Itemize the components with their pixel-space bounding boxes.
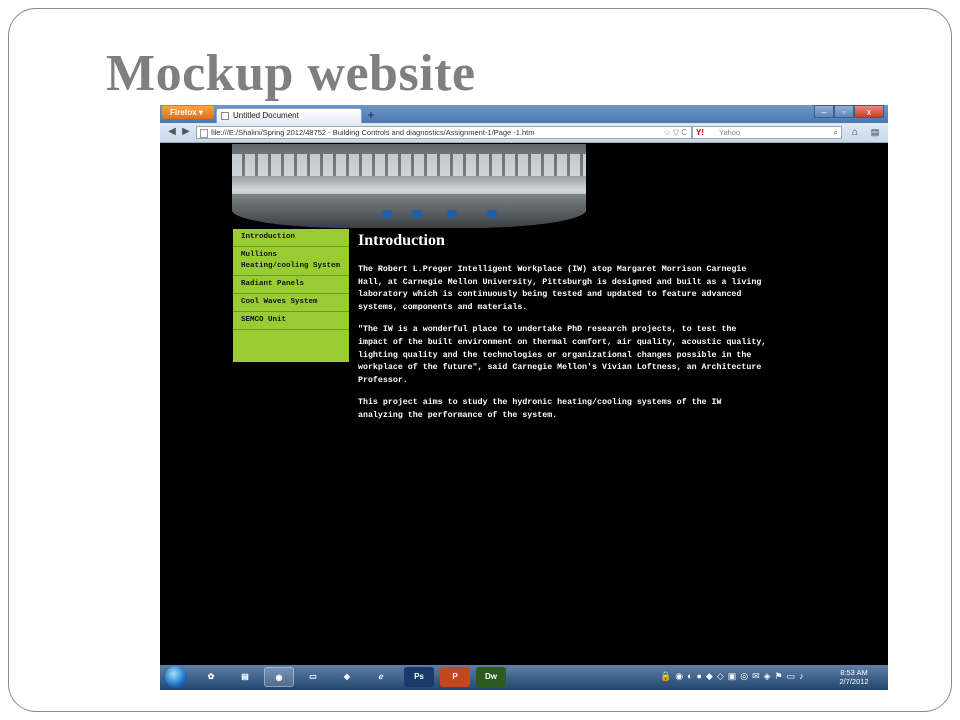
forward-icon[interactable]: ▶ [180,126,192,138]
paragraph-aim: This project aims to study the hydronic … [358,398,722,420]
sidebar-item-radiant-panels[interactable]: Radiant Panels [233,276,349,294]
photoshop-icon[interactable]: Ps [404,667,434,687]
windows-taskbar: ✿ ▤ ◉ ▭ ◈ ℯ Ps P Dw 🔒◉◐●◆◇▣◎✉◈⚑▭♪ 8:53 A… [160,665,888,690]
browser-navbar: ◀ ▶ file:///E:/Shalini/Spring 2012/48752… [160,123,888,143]
banner-floor [232,194,586,228]
home-icon[interactable]: ⌂ [848,126,862,139]
sidebar-item-cool-waves[interactable]: Cool Waves System [233,294,349,312]
app-icon[interactable]: ✿ [196,667,226,687]
tab-title: Untitled Document [233,111,299,120]
paragraph-intro: The Robert L.Preger Intelligent Workplac… [358,265,762,312]
system-tray[interactable]: 🔒◉◐●◆◇▣◎✉◈⚑▭♪ [660,671,840,685]
sidebar-item-semco[interactable]: SEMCO Unit [233,312,349,330]
document-icon[interactable]: ▤ [230,667,260,687]
page-icon [200,129,208,138]
chair-shape [412,210,422,218]
tab-untitled-document[interactable]: Untitled Document [216,108,362,123]
site-sidebar-menu: Introduction Mullions Heating/cooling Sy… [233,229,349,362]
menu-icon[interactable]: ▤ [866,126,884,139]
start-button[interactable] [165,666,187,688]
search-icon[interactable]: ⌕ [834,127,838,138]
page-heading: Introduction [358,232,445,249]
clock-time: 8:53 AM [840,668,868,677]
new-tab-button[interactable]: + [364,109,378,122]
banner-windows [232,154,586,176]
yahoo-logo-icon: Y! [696,128,704,137]
search-input[interactable]: Y! Yahoo ⌕ [692,126,842,139]
powerpoint-icon[interactable]: P [440,667,470,687]
maximize-button[interactable]: ▫ [834,105,854,118]
main-content: Introduction The Robert L.Preger Intelli… [358,232,828,433]
window-controls: – ▫ x [814,105,884,119]
sidebar-item-mullions[interactable]: Mullions Heating/cooling System [233,247,349,276]
slide-title: Mockup website [106,45,476,102]
clock-date: 2/7/2012 [839,677,869,686]
chair-shape [447,210,457,218]
url-bar[interactable]: file:///E:/Shalini/Spring 2012/48752 - B… [196,126,692,139]
minimize-button[interactable]: – [814,105,834,118]
close-button[interactable]: x [854,105,884,118]
browser-titlebar: Firefox ▾ Untitled Document + – ▫ x [160,105,888,123]
paragraph-quote: "The IW is a wonderful place to undertak… [358,325,767,385]
firefox-icon[interactable]: ◉ [264,667,294,687]
chair-shape [382,210,392,218]
bookmark-icon[interactable]: ☆ ▽ C [663,127,687,138]
folder-icon[interactable]: ▭ [298,667,328,687]
page-icon [221,112,229,120]
back-icon[interactable]: ◀ [166,126,178,138]
sidebar-item-introduction[interactable]: Introduction [233,229,349,247]
banner-image [232,144,586,228]
firefox-menu-button[interactable]: Firefox ▾ [162,106,214,119]
notes-icon[interactable]: ◈ [332,667,362,687]
dreamweaver-icon[interactable]: Dw [476,667,506,687]
browser-screenshot: Firefox ▾ Untitled Document + – ▫ x ◀ ▶ … [160,105,888,690]
chair-shape [487,210,497,218]
ie-icon[interactable]: ℯ [366,667,396,687]
url-text: file:///E:/Shalini/Spring 2012/48752 - B… [211,128,535,137]
search-placeholder: Yahoo [719,128,741,137]
clock[interactable]: 8:53 AM 2/7/2012 [834,668,874,686]
